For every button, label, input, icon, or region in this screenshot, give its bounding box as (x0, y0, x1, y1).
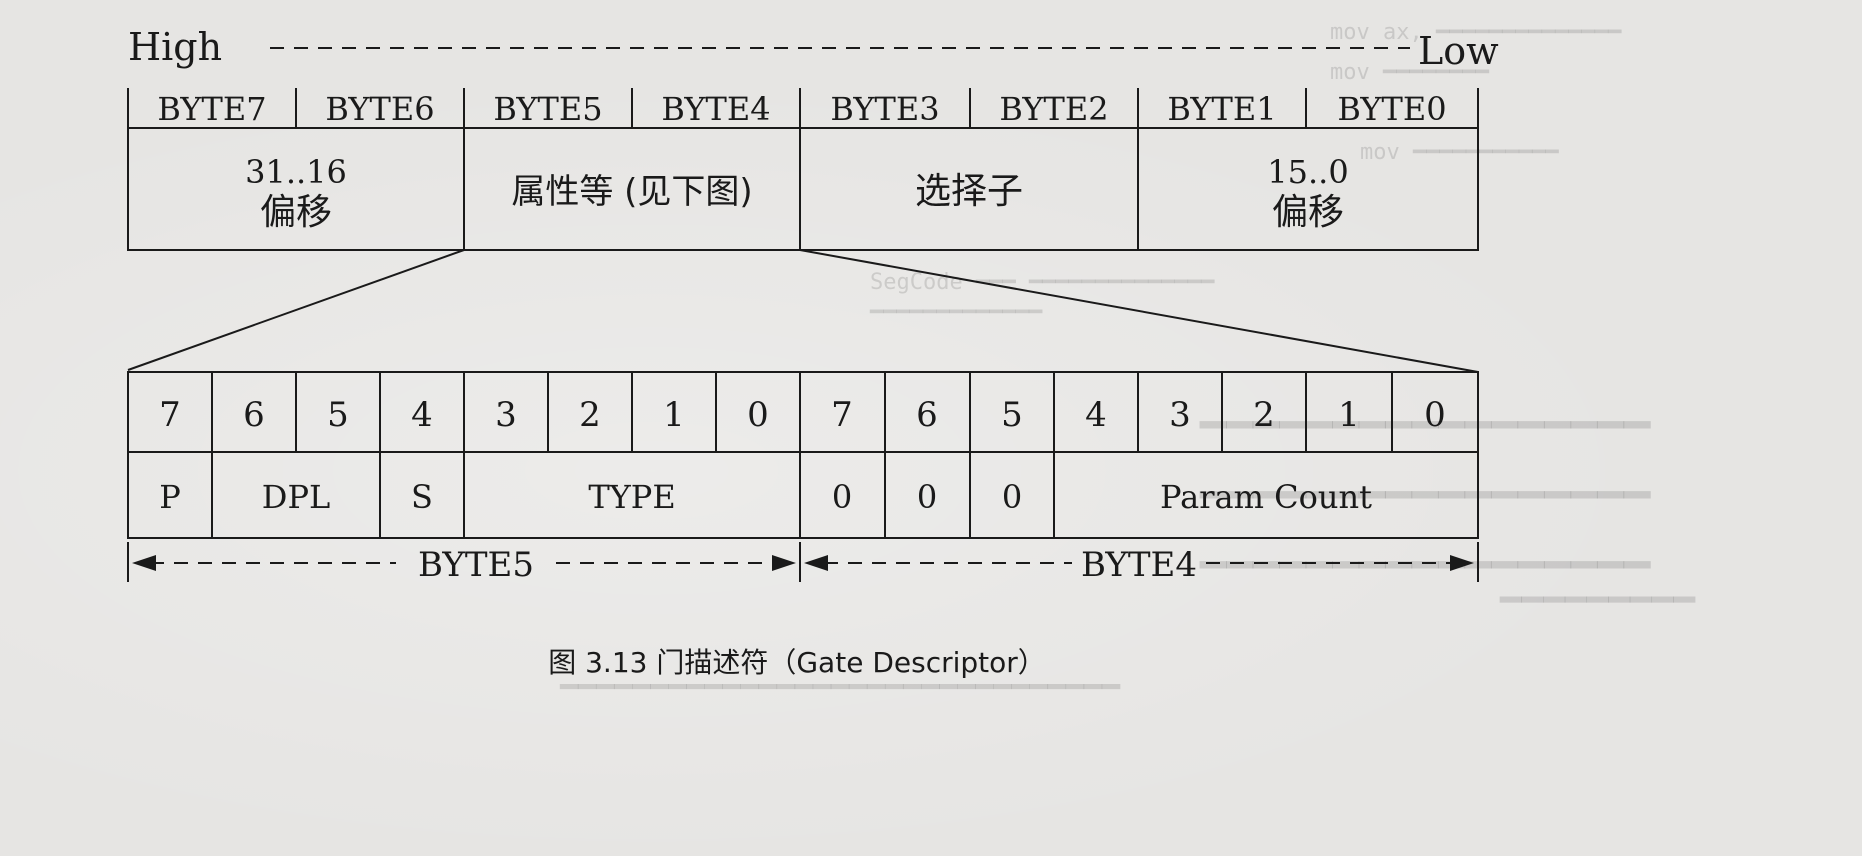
bit-number: 0 (747, 395, 769, 435)
byte4-span-label: BYTE4 (1081, 545, 1197, 585)
figure-caption: 图 3.13 门描述符（Gate Descriptor） (548, 646, 1046, 679)
attributes-field: 属性等 (见下图) (511, 172, 752, 212)
gate-descriptor-diagram: High Low BYTE7 BYTE6 BYTE5 BYTE4 BYTE3 B… (127, 25, 1499, 679)
byte-label: BYTE7 (157, 90, 266, 128)
byte-label: BYTE1 (1167, 90, 1276, 128)
byte-span-arrows: BYTE5 BYTE4 (127, 542, 1479, 585)
bit-field-dpl: DPL (262, 478, 330, 516)
bit-number: 4 (411, 395, 433, 435)
low-label: Low (1418, 29, 1499, 73)
arrow-head-right (1450, 555, 1474, 571)
bit-field-param-count: Param Count (1160, 478, 1372, 516)
offset-high-label: 偏移 (260, 192, 332, 233)
bit-number: 7 (159, 395, 181, 435)
bit-field-reserved-zero: 0 (1002, 478, 1022, 516)
bit-number: 0 (1424, 395, 1446, 435)
expansion-line-right (799, 249, 1479, 373)
bit-number: 7 (831, 395, 853, 435)
byte-label: BYTE4 (661, 90, 770, 128)
byte-label: BYTE5 (493, 90, 602, 128)
bit-number: 4 (1085, 395, 1107, 435)
byte-label: BYTE2 (999, 90, 1108, 128)
descriptor-fields-box: 31..16 偏移 属性等 (见下图) 选择子 15..0 偏移 (127, 127, 1479, 251)
byte-label: BYTE6 (325, 90, 434, 128)
bit-number: 2 (579, 395, 601, 435)
bit-field-p: P (159, 478, 181, 516)
byte-label: BYTE0 (1337, 90, 1446, 128)
arrow-head-left (132, 555, 156, 571)
arrow-head-left (804, 555, 828, 571)
byte5-span-label: BYTE5 (418, 545, 534, 585)
bit-number: 3 (1169, 395, 1191, 435)
bit-field-reserved-zero: 0 (917, 478, 937, 516)
bit-field-reserved-zero: 0 (832, 478, 852, 516)
bit-number: 5 (1001, 395, 1023, 435)
bit-number: 5 (327, 395, 349, 435)
bit-number: 6 (243, 395, 265, 435)
selector-field: 选择子 (915, 171, 1023, 212)
bit-number: 1 (663, 395, 685, 435)
offset-low-label: 偏移 (1272, 192, 1344, 233)
arrow-head-right (772, 555, 796, 571)
bit-number: 2 (1253, 395, 1275, 435)
offset-low-bits: 15..0 (1267, 153, 1348, 191)
attribute-bits-box: 7 6 5 4 3 2 1 0 7 6 5 4 3 2 1 0 P DPL S … (127, 371, 1479, 539)
bit-number: 3 (495, 395, 517, 435)
page: mov ax, ━━━━━━━━━━━━━━ mov ━━━━━━━━ mov … (0, 0, 1862, 856)
bit-number: 6 (916, 395, 938, 435)
byte-header-row: BYTE7 BYTE6 BYTE5 BYTE4 BYTE3 BYTE2 BYTE… (127, 88, 1479, 128)
offset-high-bits: 31..16 (245, 153, 347, 191)
bit-number: 1 (1338, 395, 1360, 435)
expansion-line-left (127, 249, 465, 371)
byte-label: BYTE3 (830, 90, 939, 128)
high-label: High (128, 25, 222, 69)
bit-field-s: S (411, 478, 433, 516)
bit-field-type: TYPE (588, 478, 675, 516)
